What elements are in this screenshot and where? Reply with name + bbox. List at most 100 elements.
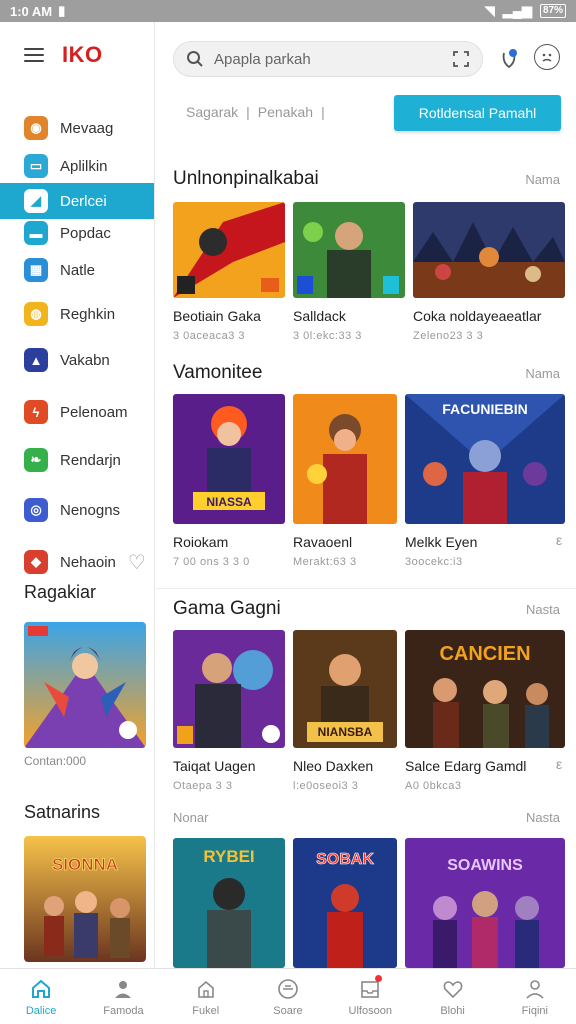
sidebar-item-label: Nenogns [60,501,121,519]
sidebar-item-aplilkin[interactable]: ▭ Aplilkin [0,148,154,184]
game-card[interactable]: Salldack 3 0l:ekc:33 3 [293,202,405,342]
tab-penakah[interactable]: Penakah [258,104,313,120]
game-thumbnail: SOBAK [293,838,397,968]
bottom-nav-ulfosoon[interactable]: Ulfosoon [329,969,411,1024]
sidebar-item-label: Reghkin [60,305,116,323]
game-thumbnail: CANCIEN [405,630,565,748]
section-header: Unlnonpinalkabai Nama [173,168,560,190]
sidebar-item-natle[interactable]: ▦ Natle [0,252,154,288]
account-icon[interactable] [534,44,560,70]
sidebar-item-vakabn[interactable]: ▲ Vakabn [0,342,154,378]
signal-icon: ▂▄▆ [502,3,532,18]
game-meta: l:e0oseoi3 3 [293,780,359,792]
sidebar-featured-thumb[interactable] [24,622,146,748]
game-card[interactable]: Beotiain Gaka 3 0aceaca3 3 [173,202,285,342]
sidebar-item-rendarjn[interactable]: ❧ Rendarjn [0,442,154,478]
notifications-icon[interactable] [496,46,522,72]
game-card[interactable]: Coka noldayeaeatlar Zeleno23 3 3 [413,202,565,342]
coin-icon: ◍ [24,302,48,326]
game-meta: Merakt:63 3 [293,556,357,568]
game-card[interactable]: SOBAK [293,838,397,968]
game-card[interactable]: NIASSA Roiokam 7 00 ons 3 3 0 [173,394,285,568]
game-thumbnail: NIANSBA [293,630,397,748]
game-card[interactable]: Ravaoenl Merakt:63 3 [293,394,397,568]
section-header: Gama Gagni Nasta [173,598,560,620]
section-more-link[interactable]: Nasta [526,602,560,617]
search-icon [187,51,203,67]
sidebar-item-mevaag[interactable]: ◉ Mevaag [0,110,154,146]
more-options-icon[interactable]: ε [556,756,562,772]
game-title: Coka noldayeaeatlar [413,308,542,324]
wifi-icon: ◥ [484,3,495,18]
game-thumbnail [293,394,397,524]
game-card[interactable]: SOAWINS [405,838,565,968]
game-card[interactable]: FACUNIEBIN Melkk Eyen 3oocekc:i3 [405,394,565,568]
sidebar-item-label: Derlcei [60,192,107,210]
bottom-nav-famoda[interactable]: Famoda [82,969,164,1024]
thumb-logo-text: NIANSBA [318,725,373,739]
bottom-nav-label: Soare [273,1004,303,1017]
thumb-logo-text: SOBAK [316,851,374,868]
bottom-nav-blohi[interactable]: Blohi [411,969,493,1024]
game-meta: Otaepa 3 3 [173,780,233,792]
person-icon [115,980,132,998]
filter-tabs: Sagarak | Penakah | [186,104,325,120]
game-title: Beotiain Gaka [173,308,261,324]
sidebar-item-label: Natle [60,261,96,279]
search-input[interactable]: Apapla parkah [214,51,442,68]
cube-icon: ◆ [24,550,48,574]
main-content: Apapla parkah Sagarak | Penakah | Rotlde… [156,22,576,968]
game-title: Nleo Daxken [293,758,374,774]
section-more-link[interactable]: Nama [525,366,560,381]
cast-icon: ◢ [24,189,48,213]
more-options-icon[interactable]: ε [556,532,562,548]
sidebar-item-reghkin[interactable]: ◍ Reghkin [0,296,154,332]
sidebar-item-label: Rendarjn [60,451,121,469]
sidebar-section-title-2: Satnarins [24,802,101,822]
search-bar[interactable]: Apapla parkah [173,41,483,77]
game-thumbnail [173,202,285,298]
divider [156,588,576,589]
game-thumbnail: FACUNIEBIN [405,394,565,524]
favorite-icon[interactable]: ♡ [128,550,146,575]
game-title: Salldack [293,308,346,324]
sidebar-item-derlcei[interactable]: ◢ Derlcei [0,183,154,219]
sidebar-item-label: Vakabn [60,351,110,369]
orbit-icon: ◎ [24,498,48,522]
sidebar: IKO ◉ Mevaag ▭ Aplilkin ◢ Derlcei ▬ Popdac ▦ Natl… [0,22,155,968]
section-more-link[interactable]: Nasta [526,810,560,825]
sidebar-item-nenogns[interactable]: ◎ Nenogns [0,492,154,528]
scan-icon[interactable] [452,50,470,68]
sidebar-featured-thumb-2[interactable]: SIONNA [24,836,146,962]
cta-button[interactable]: Rotldensal Pamahl [394,95,561,131]
game-card[interactable]: CANCIEN Salce Edarg Gamdl A0 0bkca3 [405,630,565,792]
bottom-navigation: Dalice Famoda Fukel Soare Ulfosoon Blohi Fiqin… [0,968,576,1024]
house-outline-icon [197,980,214,998]
bottom-nav-fukel[interactable]: Fukel [165,969,247,1024]
chat-icon: ▭ [24,154,48,178]
bottom-nav-fiqini[interactable]: Fiqini [494,969,576,1024]
heart-icon [443,980,462,998]
sidebar-item-pelenoam[interactable]: ϟ Pelenoam [0,394,154,430]
thumb-logo-text: RYBEI [203,847,254,866]
sidebar-item-popdac[interactable]: ▬ Popdac [0,215,154,251]
tab-sagarak[interactable]: Sagarak [186,104,238,120]
bolt-icon: ϟ [24,400,48,424]
game-title: Salce Edarg Gamdl [405,758,527,774]
sidebar-section-title: Ragakiar [24,582,97,602]
game-thumbnail [293,202,405,298]
game-meta: 3 0l:ekc:33 3 [293,330,362,342]
sidebar-item-nehaoin[interactable]: ◆ Nehaoin ♡ [0,544,154,580]
game-card[interactable]: NIANSBA Nleo Daxken l:e0oseoi3 3 [293,630,397,792]
bottom-nav-dalice[interactable]: Dalice [0,969,82,1024]
bottom-nav-soare[interactable]: Soare [247,969,329,1024]
bottom-nav-label: Ulfosoon [348,1004,392,1017]
game-card[interactable]: Taiqat Uagen Otaepa 3 3 [173,630,285,792]
grid-icon: ▦ [24,258,48,282]
game-thumbnail: RYBEI [173,838,285,968]
game-title: Taiqat Uagen [173,758,256,774]
menu-icon[interactable] [24,48,44,62]
game-meta: Zeleno23 3 3 [413,330,484,342]
game-card[interactable]: RYBEI [173,838,285,968]
section-more-link[interactable]: Nama [525,172,560,187]
